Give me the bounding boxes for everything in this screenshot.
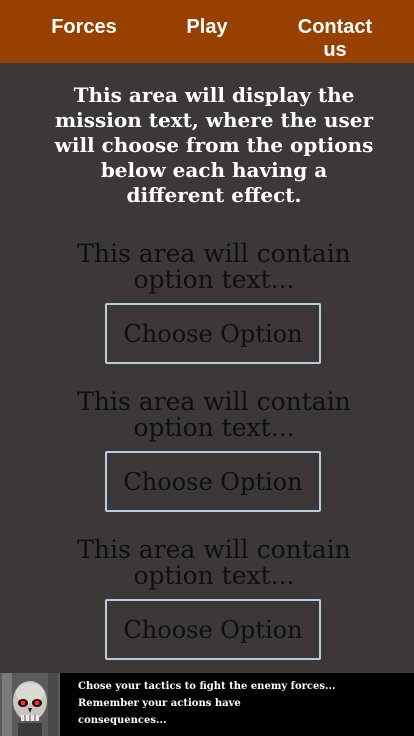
footer-line-3: consequences...: [78, 715, 167, 726]
footer-bar: Chose your tactics to fight the enemy fo…: [0, 673, 414, 736]
nav-forces-link[interactable]: Forces: [44, 16, 124, 39]
footer-line-2: Remember your actions have: [78, 698, 241, 709]
option-text-2-line1: This area will contain: [77, 387, 351, 416]
option-text-2-line2: option text...: [133, 413, 295, 442]
option-text-3-line1: This area will contain: [77, 535, 351, 564]
option-text-1-line1: This area will contain: [77, 239, 351, 268]
nav-play-link[interactable]: Play: [172, 16, 242, 39]
option-text-3: This area will contain option text...: [40, 537, 388, 589]
nav-contact-link[interactable]: Contact us: [288, 16, 382, 62]
option-text-1: This area will contain option text...: [40, 241, 388, 293]
option-text-2: This area will contain option text...: [40, 389, 388, 441]
option-text-1-line2: option text...: [133, 265, 295, 294]
nav-contact-line2: us: [323, 39, 347, 61]
nav-contact-line1: Contact: [297, 16, 373, 38]
footer-line-1: Chose your tactics to fight the enemy fo…: [78, 681, 336, 692]
option-text-3-line2: option text...: [133, 561, 295, 590]
top-nav: Forces Play Contact us: [0, 0, 414, 63]
choose-option-button-2[interactable]: Choose Option: [105, 451, 321, 512]
choose-option-button-1[interactable]: Choose Option: [105, 303, 321, 364]
mission-text: This area will display the mission text,…: [54, 83, 374, 207]
choose-option-button-3[interactable]: Choose Option: [105, 599, 321, 660]
skull-robot-icon: [0, 673, 60, 736]
